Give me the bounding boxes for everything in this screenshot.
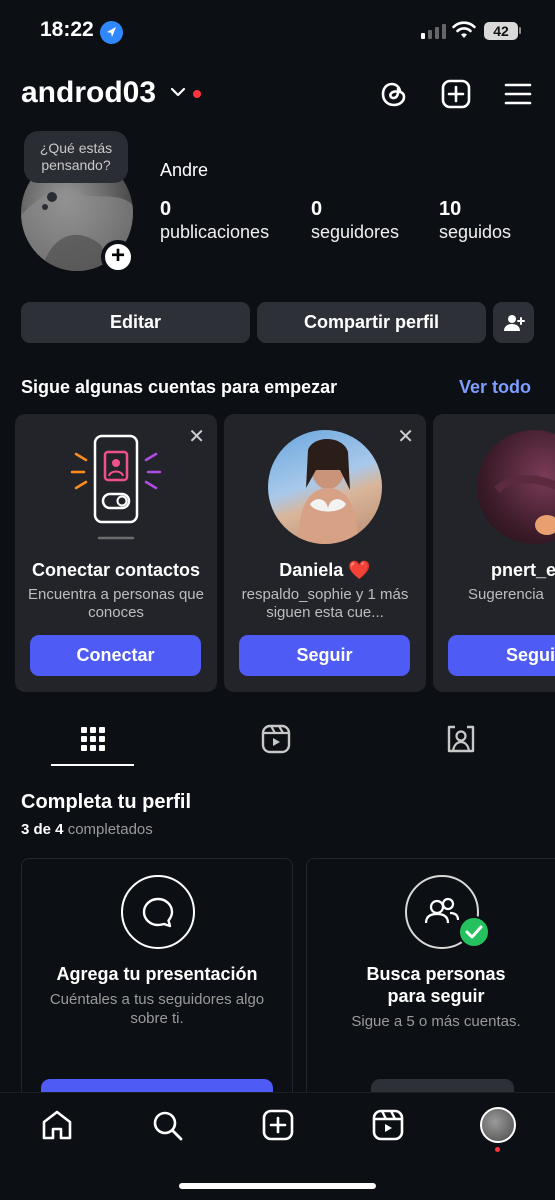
- add-story-button[interactable]: +: [101, 240, 135, 274]
- dismiss-icon[interactable]: ✕: [397, 424, 414, 449]
- discover-people-button[interactable]: [493, 302, 534, 343]
- battery-tip: [519, 27, 521, 34]
- status-time: 18:22: [40, 18, 94, 41]
- card-title: Daniela ❤️: [279, 560, 371, 580]
- see-all-link[interactable]: Ver todo: [459, 377, 531, 398]
- home-indicator: [179, 1183, 376, 1189]
- profile-notification-dot: [495, 1147, 500, 1152]
- chevron-down-icon[interactable]: [170, 86, 186, 98]
- progress-label: completados: [67, 821, 153, 838]
- connect-button[interactable]: Conectar: [30, 635, 201, 676]
- profile-nav-avatar[interactable]: [480, 1107, 516, 1143]
- card-subtitle: Encuentra a personas que conoces: [28, 586, 204, 621]
- create-icon[interactable]: [261, 1108, 295, 1142]
- suggestion-card-third: pnert_e Sugerencia Segui: [433, 414, 555, 692]
- reels-icon[interactable]: [261, 724, 291, 754]
- share-profile-button[interactable]: Compartir perfil: [257, 302, 486, 343]
- followers-count[interactable]: 0: [311, 198, 322, 221]
- menu-icon[interactable]: [502, 78, 534, 110]
- suggested-user-avatar[interactable]: [268, 430, 382, 544]
- bio-card-title: Agrega tu presentación: [56, 964, 258, 984]
- bio-card: Agrega tu presentación Cuéntales a tus s…: [21, 858, 293, 1119]
- find-people-subtitle: Sigue a 5 o más cuentas.: [351, 1013, 521, 1030]
- threads-icon[interactable]: [378, 78, 410, 110]
- find-people-card: Busca personas para seguir Sigue a 5 o m…: [306, 858, 555, 1119]
- card-title: Conectar contactos: [31, 560, 201, 580]
- card-subtitle: Sugerencia: [468, 586, 544, 603]
- active-tab-indicator: [51, 764, 134, 766]
- edit-profile-button[interactable]: Editar: [21, 302, 250, 343]
- note-bubble[interactable]: ¿Qué estás pensando?: [24, 131, 128, 183]
- card-subtitle: respaldo_sophie y 1 más siguen esta cue.…: [241, 586, 409, 621]
- comment-icon: [121, 875, 195, 949]
- create-post-icon[interactable]: [440, 78, 472, 110]
- grid-icon[interactable]: [78, 724, 108, 754]
- posts-label: publicaciones: [160, 222, 270, 242]
- card-title: pnert_e: [491, 560, 555, 580]
- progress-count: 3 de 4: [21, 821, 64, 838]
- suggestion-card-daniela: ✕ Daniela ❤️ respaldo_sophie y 1 más sig…: [224, 414, 426, 692]
- checkmark-icon: [458, 916, 490, 948]
- reels-nav-icon[interactable]: [371, 1108, 405, 1142]
- suggestion-card-contacts: ✕ Conectar contactos Encuentra a persona…: [15, 414, 217, 692]
- posts-count: 0: [160, 198, 172, 220]
- notification-dot: [193, 90, 201, 98]
- note-bubble-tail: [47, 192, 57, 202]
- note-bubble-tail-small: [42, 204, 48, 210]
- contacts-phone-icon: [70, 434, 162, 540]
- cellular-signal-icon: [421, 24, 446, 39]
- location-arrow-icon: [100, 21, 123, 44]
- follow-button[interactable]: Segui: [448, 635, 555, 676]
- follow-button[interactable]: Seguir: [239, 635, 410, 676]
- dismiss-icon[interactable]: ✕: [188, 424, 205, 449]
- following-count[interactable]: 10: [439, 198, 461, 221]
- complete-profile-title: Completa tu perfil: [21, 791, 192, 813]
- home-icon[interactable]: [40, 1108, 74, 1142]
- complete-profile-progress: 3 de 4 completados: [21, 821, 153, 838]
- search-icon[interactable]: [150, 1108, 184, 1142]
- username-switcher[interactable]: androd03: [21, 76, 156, 110]
- bio-card-subtitle: Cuéntales a tus seguidores algo sobre ti…: [49, 991, 265, 1027]
- tagged-icon[interactable]: [446, 724, 476, 754]
- wifi-icon: [452, 21, 476, 38]
- battery-icon: 42: [484, 22, 518, 40]
- following-label[interactable]: seguidos: [439, 222, 511, 243]
- find-people-title: Busca personas para seguir: [366, 964, 506, 1006]
- followers-label[interactable]: seguidores: [311, 222, 399, 243]
- suggestions-title: Sigue algunas cuentas para empezar: [21, 377, 338, 397]
- suggested-user-avatar[interactable]: [477, 430, 555, 544]
- display-name: Andre: [160, 160, 209, 180]
- add-person-icon: [503, 314, 525, 331]
